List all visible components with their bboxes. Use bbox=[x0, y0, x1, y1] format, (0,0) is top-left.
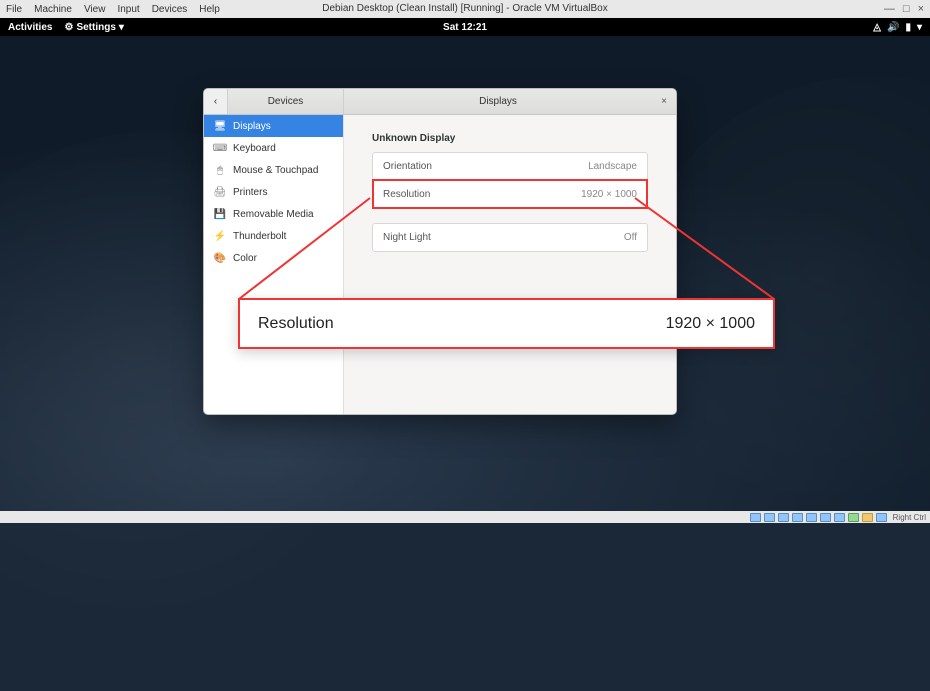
chevron-down-icon: ▾ bbox=[119, 22, 124, 33]
sidebar-item-removable[interactable]: 💾 Removable Media bbox=[204, 203, 343, 225]
settings-sidebar: 🖥 Displays ⌨ Keyboard 🖱 Mouse & Touchpad… bbox=[204, 115, 344, 414]
sidebar-item-printers[interactable]: 🖨 Printers bbox=[204, 181, 343, 203]
panel-title: Displays bbox=[344, 89, 652, 114]
vbox-shared-folder-icon[interactable] bbox=[820, 513, 831, 522]
resolution-value: 1920 × 1000 bbox=[581, 189, 637, 200]
orientation-row[interactable]: Orientation Landscape bbox=[373, 153, 647, 180]
current-app-label: Settings bbox=[76, 22, 115, 33]
vbox-recording-icon[interactable] bbox=[848, 513, 859, 522]
vbox-window-buttons: — □ × bbox=[884, 0, 924, 18]
sidebar-item-label: Thunderbolt bbox=[233, 231, 286, 242]
sidebar-item-thunderbolt[interactable]: ⚡ Thunderbolt bbox=[204, 225, 343, 247]
sidebar-item-label: Displays bbox=[233, 121, 271, 132]
vbox-optical-icon[interactable] bbox=[764, 513, 775, 522]
vbox-menu-devices[interactable]: Devices bbox=[152, 4, 188, 15]
sidebar-title: Devices bbox=[228, 89, 344, 114]
vbox-audio-icon[interactable] bbox=[778, 513, 789, 522]
vbox-statusbar: Right Ctrl bbox=[0, 511, 930, 523]
night-light-label: Night Light bbox=[383, 232, 431, 243]
resolution-label: Resolution bbox=[383, 189, 430, 200]
vbox-mouse-integration-icon[interactable] bbox=[876, 513, 887, 522]
display-settings-group: Orientation Landscape Resolution 1920 × … bbox=[372, 152, 648, 209]
vbox-hdd-icon[interactable] bbox=[750, 513, 761, 522]
night-light-value: Off bbox=[624, 232, 637, 243]
mouse-icon: 🖱 bbox=[214, 165, 226, 176]
callout-value: 1920 × 1000 bbox=[666, 315, 755, 333]
back-button[interactable]: ‹ bbox=[204, 89, 228, 114]
vbox-menu-file[interactable]: File bbox=[6, 4, 22, 15]
sidebar-item-displays[interactable]: 🖥 Displays bbox=[204, 115, 343, 137]
vbox-network-icon[interactable] bbox=[792, 513, 803, 522]
orientation-label: Orientation bbox=[383, 161, 432, 172]
display-name-heading: Unknown Display bbox=[372, 133, 648, 144]
clock[interactable]: Sat 12:21 bbox=[443, 22, 487, 33]
vbox-menu-input[interactable]: Input bbox=[117, 4, 139, 15]
vbox-host-key-label: Right Ctrl bbox=[893, 513, 926, 522]
color-icon: 🎨 bbox=[214, 253, 226, 264]
vbox-menu-view[interactable]: View bbox=[84, 4, 106, 15]
display-icon: 🖥 bbox=[214, 121, 226, 132]
sidebar-item-color[interactable]: 🎨 Color bbox=[204, 247, 343, 269]
sidebar-item-mouse[interactable]: 🖱 Mouse & Touchpad bbox=[204, 159, 343, 181]
volume-icon[interactable]: 🔊 bbox=[887, 22, 899, 33]
sidebar-item-label: Color bbox=[233, 253, 257, 264]
vbox-close-button[interactable]: × bbox=[918, 3, 924, 15]
vbox-menu-help[interactable]: Help bbox=[199, 4, 220, 15]
sidebar-item-label: Removable Media bbox=[233, 209, 314, 220]
vbox-display-icon[interactable] bbox=[834, 513, 845, 522]
activities-button[interactable]: Activities bbox=[8, 22, 52, 33]
network-icon[interactable]: ◬ bbox=[873, 22, 881, 33]
vbox-window-title: Debian Desktop (Clean Install) [Running]… bbox=[322, 0, 608, 18]
resolution-row[interactable]: Resolution 1920 × 1000 bbox=[373, 180, 647, 208]
power-menu-icon[interactable]: ▾ bbox=[917, 22, 922, 33]
battery-icon[interactable]: ▮ bbox=[905, 22, 911, 33]
vbox-minimize-button[interactable]: — bbox=[884, 3, 895, 15]
callout-label: Resolution bbox=[258, 315, 334, 333]
sidebar-item-label: Mouse & Touchpad bbox=[233, 165, 318, 176]
sidebar-item-keyboard[interactable]: ⌨ Keyboard bbox=[204, 137, 343, 159]
dialog-close-button[interactable]: × bbox=[652, 89, 676, 114]
printer-icon: 🖨 bbox=[214, 187, 226, 198]
current-app-indicator[interactable]: ⚙ Settings ▾ bbox=[64, 22, 123, 33]
gnome-topbar: Activities ⚙ Settings ▾ Sat 12:21 ◬ 🔊 ▮ … bbox=[0, 18, 930, 36]
displays-panel: Unknown Display Orientation Landscape Re… bbox=[344, 115, 676, 414]
removable-media-icon: 💾 bbox=[214, 209, 226, 220]
sidebar-item-label: Printers bbox=[233, 187, 267, 198]
vbox-usb-icon[interactable] bbox=[806, 513, 817, 522]
vbox-cpu-icon[interactable] bbox=[862, 513, 873, 522]
dialog-header: ‹ Devices Displays × bbox=[204, 89, 676, 115]
thunderbolt-icon: ⚡ bbox=[214, 231, 226, 242]
vbox-maximize-button[interactable]: □ bbox=[903, 3, 910, 15]
gnome-settings-window: ‹ Devices Displays × 🖥 Displays ⌨ Keyboa… bbox=[203, 88, 677, 415]
sidebar-item-label: Keyboard bbox=[233, 143, 276, 154]
vbox-menu-machine[interactable]: Machine bbox=[34, 4, 72, 15]
night-light-group: Night Light Off bbox=[372, 223, 648, 252]
orientation-value: Landscape bbox=[588, 161, 637, 172]
keyboard-icon: ⌨ bbox=[214, 143, 226, 154]
settings-icon: ⚙ bbox=[64, 22, 73, 33]
night-light-row[interactable]: Night Light Off bbox=[373, 224, 647, 251]
resolution-callout: Resolution 1920 × 1000 bbox=[238, 298, 775, 349]
